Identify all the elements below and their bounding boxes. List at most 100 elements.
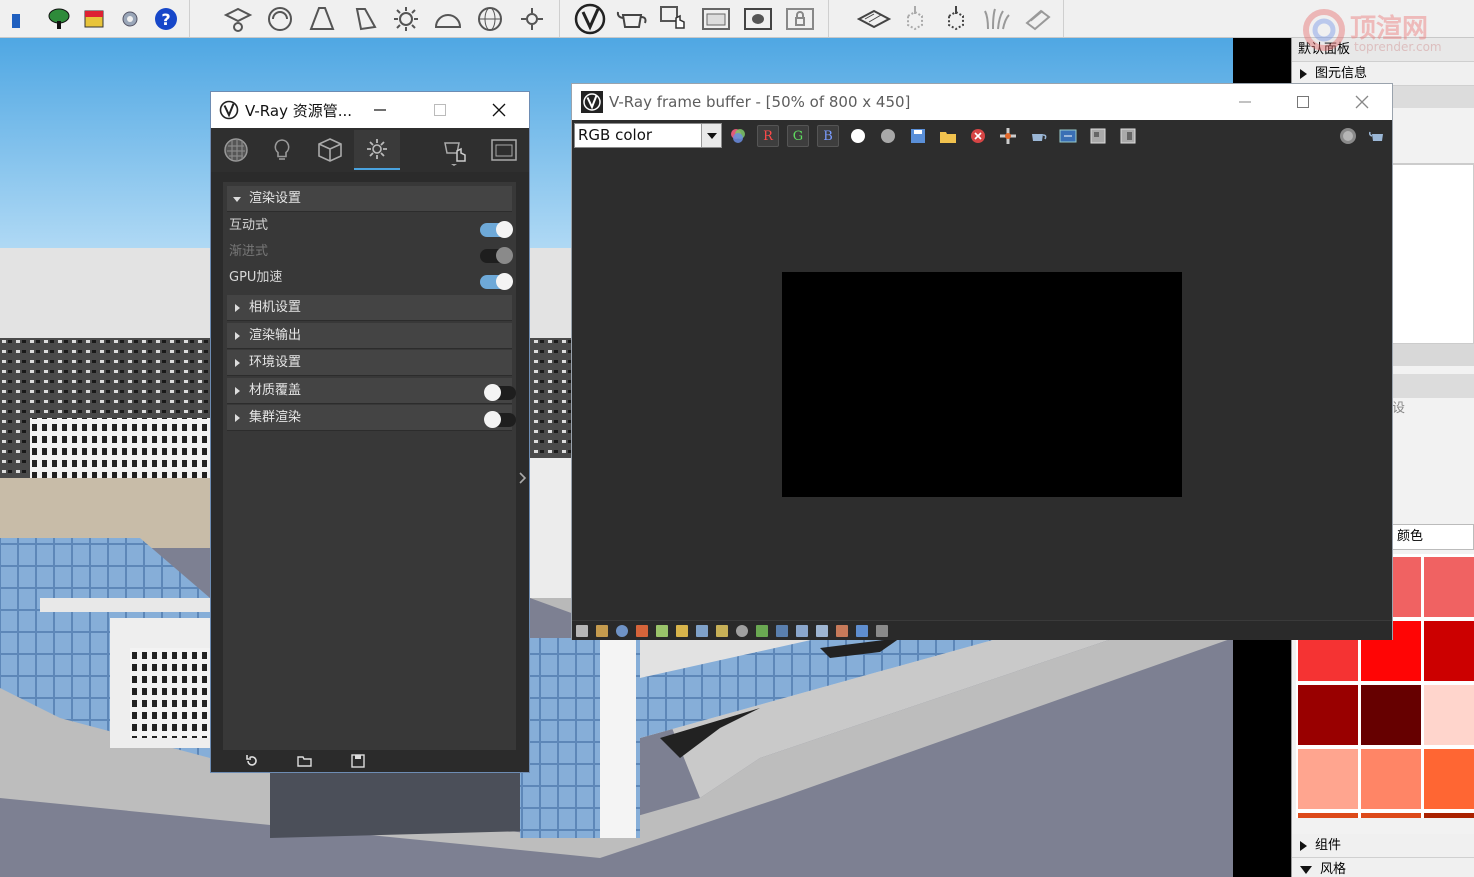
color-swatch[interactable] <box>1424 813 1474 818</box>
interactive-teapot-icon[interactable] <box>1367 125 1389 147</box>
section-environment[interactable]: 环境设置 <box>227 350 512 376</box>
gpu-toggle[interactable] <box>480 273 513 290</box>
color-swatch[interactable] <box>1361 813 1421 818</box>
status-tool-icon[interactable] <box>656 625 668 637</box>
tab-settings[interactable] <box>354 130 400 170</box>
color-swatch[interactable] <box>1424 749 1474 809</box>
section-render-output[interactable]: 渲染输出 <box>227 323 512 349</box>
layer-icon[interactable] <box>8 3 38 35</box>
status-tool-icon[interactable] <box>636 625 648 637</box>
render-canvas[interactable] <box>782 272 1182 497</box>
teapot-icon[interactable] <box>614 3 650 35</box>
close-button[interactable] <box>476 92 522 128</box>
sun-light-icon[interactable] <box>388 3 424 35</box>
color-swatch[interactable] <box>1298 685 1358 745</box>
status-tool-icon[interactable] <box>856 625 868 637</box>
minimize-button[interactable] <box>357 92 403 128</box>
help-icon[interactable]: ? <box>151 3 181 35</box>
section-camera[interactable]: 相机设置 <box>227 295 512 321</box>
interactive-render-icon[interactable] <box>656 3 692 35</box>
color-swatch[interactable] <box>1298 813 1358 818</box>
status-tool-icon[interactable] <box>756 625 768 637</box>
color-picker-label[interactable]: 颜色 <box>1392 524 1474 550</box>
status-tool-icon[interactable] <box>796 625 808 637</box>
interactive-toggle[interactable] <box>480 221 513 238</box>
gear-icon[interactable] <box>115 3 145 35</box>
color-swatch[interactable] <box>1361 749 1421 809</box>
section-render-settings[interactable]: 渲染设置 <box>227 186 512 212</box>
omni-light-icon[interactable] <box>514 3 550 35</box>
status-tool-icon[interactable] <box>676 625 688 637</box>
color-swatch[interactable] <box>1298 749 1358 809</box>
tab-materials[interactable] <box>213 130 259 170</box>
sphere-icon[interactable] <box>262 3 298 35</box>
open-image-icon[interactable] <box>937 125 959 147</box>
history-icon[interactable] <box>1337 125 1359 147</box>
asset-editor-titlebar[interactable]: V-Ray 资源管... <box>211 92 529 128</box>
lock-icon[interactable] <box>782 3 818 35</box>
gray-dot-icon[interactable] <box>877 125 899 147</box>
red-channel-button[interactable]: R <box>757 125 779 147</box>
proxy-export-icon[interactable] <box>938 3 973 35</box>
region-render-icon[interactable] <box>1057 125 1079 147</box>
frame-buffer-icon[interactable] <box>698 3 734 35</box>
tree-icon[interactable] <box>44 3 74 35</box>
color-swatch[interactable] <box>1361 685 1421 745</box>
maximize-button[interactable] <box>417 92 463 128</box>
material-override-toggle[interactable] <box>484 384 516 401</box>
cone-light-icon[interactable] <box>304 3 340 35</box>
vray-logo-icon[interactable] <box>572 3 608 35</box>
section-swarm[interactable]: 集群渲染 <box>227 405 512 431</box>
save-image-icon[interactable] <box>907 125 929 147</box>
stamp-icon[interactable] <box>1117 125 1139 147</box>
channel-select[interactable]: RGB color <box>574 123 722 148</box>
reset-icon[interactable] <box>245 754 259 768</box>
green-channel-button[interactable]: G <box>787 125 809 147</box>
color-swatch[interactable] <box>1424 685 1474 745</box>
styles-panel[interactable]: 风格 <box>1292 858 1474 877</box>
plane-icon[interactable] <box>856 3 891 35</box>
globe-light-icon[interactable] <box>472 3 508 35</box>
close-button[interactable] <box>1339 84 1385 120</box>
status-tool-icon[interactable] <box>576 625 588 637</box>
status-tool-icon[interactable] <box>716 625 728 637</box>
tab-lights[interactable] <box>259 130 305 170</box>
progressive-toggle[interactable] <box>480 247 513 264</box>
minimize-button[interactable] <box>1222 84 1268 120</box>
graduation-icon[interactable] <box>220 3 256 35</box>
tab-geometry[interactable] <box>307 130 353 170</box>
mesh-clipper-icon[interactable] <box>1020 3 1055 35</box>
blue-channel-button[interactable]: B <box>817 125 839 147</box>
status-tool-icon[interactable] <box>816 625 828 637</box>
white-dot-icon[interactable] <box>847 125 869 147</box>
maximize-button[interactable] <box>1280 84 1326 120</box>
status-tool-icon[interactable] <box>596 625 608 637</box>
components-panel[interactable]: 组件 <box>1292 834 1474 858</box>
swarm-toggle[interactable] <box>484 411 516 428</box>
frame-buffer-button[interactable] <box>481 130 527 170</box>
color-swatch[interactable] <box>1424 557 1474 617</box>
status-tool-icon[interactable] <box>876 625 888 637</box>
fur-icon[interactable] <box>979 3 1014 35</box>
clear-image-icon[interactable] <box>967 125 989 147</box>
color-swatch[interactable] <box>1424 621 1474 681</box>
status-tool-icon[interactable] <box>736 625 748 637</box>
extension-icon[interactable] <box>80 3 110 35</box>
open-folder-icon[interactable] <box>297 754 313 768</box>
status-tool-icon[interactable] <box>616 625 628 637</box>
status-tool-icon[interactable] <box>776 625 788 637</box>
dome-light-icon[interactable] <box>430 3 466 35</box>
proxy-import-icon[interactable] <box>897 3 932 35</box>
status-tool-icon[interactable] <box>836 625 848 637</box>
side-panel-expand-icon[interactable] <box>516 468 529 488</box>
lens-effects-icon[interactable] <box>1087 125 1109 147</box>
color-channels-icon[interactable] <box>727 125 749 147</box>
save-icon[interactable] <box>351 754 365 768</box>
render-teapot-icon[interactable] <box>1027 125 1049 147</box>
track-mouse-icon[interactable] <box>997 125 1019 147</box>
interactive-render-button[interactable] <box>433 130 479 170</box>
frame-buffer-titlebar[interactable]: V-Ray frame buffer - [50% of 800 x 450] <box>572 84 1392 120</box>
section-material-override[interactable]: 材质覆盖 <box>227 378 512 404</box>
render-region-icon[interactable] <box>740 3 776 35</box>
status-tool-icon[interactable] <box>696 625 708 637</box>
